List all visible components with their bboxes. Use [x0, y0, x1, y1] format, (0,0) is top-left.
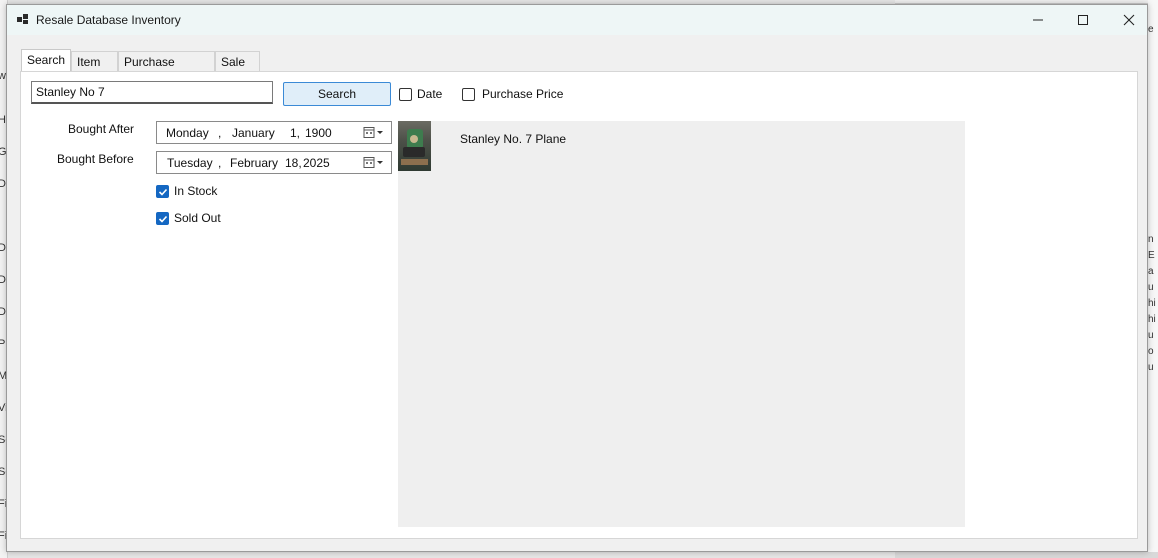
close-icon [1123, 14, 1135, 26]
calendar-dropdown-icon[interactable] [363, 126, 385, 140]
date-separator: , [218, 156, 222, 170]
bought-after-weekday: Monday [166, 126, 209, 140]
bought-before-weekday: Tuesday [167, 156, 213, 170]
checkmark-icon [158, 188, 168, 196]
background-window-right: e n E a u hi hi u o u [1148, 0, 1158, 558]
bought-before-year: 2025 [303, 156, 330, 170]
bought-after-year: 1900 [305, 126, 332, 140]
bought-before-datepicker[interactable]: Tuesday , February 18, 2025 [156, 151, 392, 174]
title-bar[interactable]: Resale Database Inventory [7, 5, 1147, 35]
tab-sale[interactable]: Sale [215, 51, 260, 71]
app-icon [17, 14, 29, 24]
tab-item[interactable]: Item [71, 51, 118, 71]
results-panel: Stanley No. 7 Plane [398, 121, 965, 527]
bought-before-day: 18, [285, 156, 302, 170]
date-filter-checkbox[interactable] [399, 88, 412, 101]
calendar-dropdown-icon[interactable] [363, 156, 385, 170]
date-filter-label: Date [417, 87, 443, 101]
background-window-bottom [895, 552, 1158, 558]
sold-out-label: Sold Out [174, 211, 221, 225]
maximize-button[interactable] [1060, 5, 1106, 35]
tab-purchase-group[interactable]: Purchase Group [118, 51, 215, 83]
result-item-name[interactable]: Stanley No. 7 Plane [460, 132, 566, 146]
bought-after-day: 1, [290, 126, 301, 140]
minimize-icon [1033, 19, 1043, 21]
tab-search[interactable]: Search [21, 49, 71, 71]
bought-after-label: Bought After [68, 122, 135, 136]
in-stock-checkbox[interactable] [156, 185, 169, 198]
sold-out-checkbox[interactable] [156, 212, 169, 225]
bought-before-month: February [230, 156, 279, 170]
search-button[interactable]: Search [283, 82, 391, 106]
bought-after-datepicker[interactable]: Monday , January 1, 1900 [156, 121, 392, 144]
search-input[interactable]: Stanley No 7 [31, 81, 273, 104]
purchase-price-label: Purchase Price [482, 87, 564, 101]
maximize-icon [1078, 15, 1088, 25]
bought-before-label: Bought Before [57, 152, 134, 166]
minimize-button[interactable] [1015, 5, 1061, 35]
in-stock-label: In Stock [174, 184, 218, 198]
purchase-price-checkbox[interactable] [462, 88, 475, 101]
date-separator: , [218, 126, 222, 140]
window-title: Resale Database Inventory [36, 13, 181, 27]
bought-after-month: January [232, 126, 275, 140]
main-window: Resale Database Inventory Search Item Pu… [6, 4, 1148, 552]
result-thumbnail-image[interactable] [398, 121, 431, 171]
close-button[interactable] [1106, 5, 1152, 35]
checkmark-icon [158, 215, 168, 223]
